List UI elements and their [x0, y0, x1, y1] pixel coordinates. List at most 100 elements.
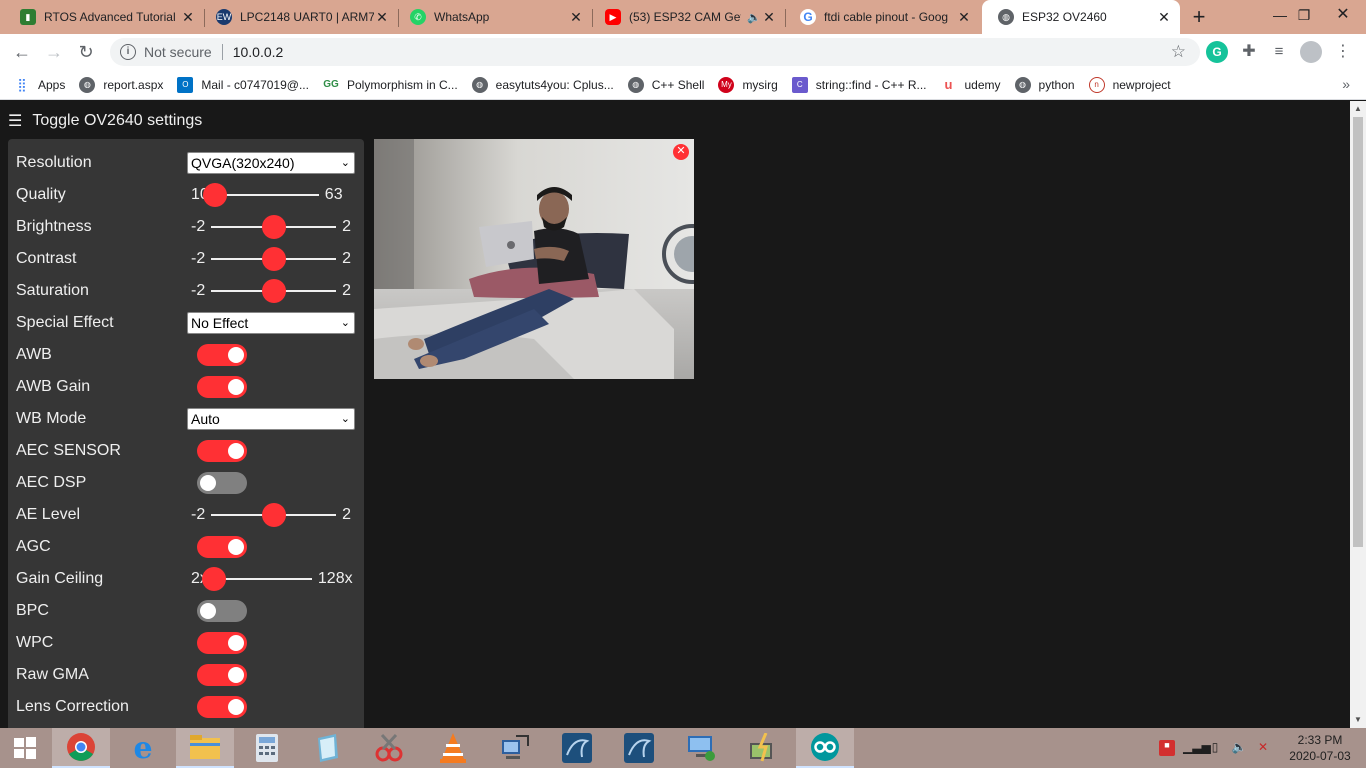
notepad-icon[interactable] [298, 728, 356, 768]
bookmark-mail[interactable]: O Mail - c0747019@... [177, 76, 309, 93]
windows-start-icon[interactable] [0, 728, 50, 768]
tab-google[interactable]: G ftdi cable pinout - Goog ✕ [784, 0, 980, 34]
scrollbar-thumb[interactable] [1353, 117, 1363, 547]
media-control-icon[interactable]: ≡ [1268, 41, 1290, 63]
menu-icon[interactable]: ⋮ [1332, 41, 1354, 63]
address-bar[interactable]: i Not secure 10.0.0.2 ☆ [110, 38, 1200, 66]
internet-explorer-icon[interactable]: e [114, 728, 172, 768]
resolution-select[interactable]: QVGA(320x240) ⌄ [187, 152, 355, 174]
volume-icon[interactable]: 🔈 [1231, 740, 1247, 756]
taskbar-clock[interactable]: 2:33 PM 2020-07-03 [1282, 732, 1358, 764]
bookmark-python[interactable]: ◍ python [1014, 76, 1075, 93]
chrome-icon[interactable] [52, 728, 110, 768]
slider-thumb[interactable] [261, 215, 286, 239]
close-tab-icon[interactable]: ✕ [956, 9, 972, 25]
bookmark-stringfind[interactable]: C string::find - C++ R... [791, 76, 927, 93]
bookmark-cppshell[interactable]: ◍ C++ Shell [627, 76, 704, 93]
close-tab-icon[interactable]: ✕ [180, 9, 196, 25]
lens-correction-toggle[interactable] [197, 696, 247, 718]
snipping-tool-icon[interactable] [360, 728, 418, 768]
speaker-icon[interactable]: 🔈 [747, 11, 761, 24]
flash-tool-icon[interactable] [734, 728, 792, 768]
scroll-up-icon[interactable]: ▲ [1350, 101, 1366, 117]
gain-ceiling-slider[interactable]: 2x 128x [191, 563, 356, 595]
bookmark-easytuts[interactable]: ◍ easytuts4you: Cplus... [471, 76, 614, 93]
network-tool-icon[interactable] [486, 728, 544, 768]
wb-mode-select[interactable]: Auto ⌄ [187, 408, 355, 430]
page-scrollbar[interactable]: ▲ ▼ [1350, 101, 1366, 728]
bookmark-label: easytuts4you: Cplus... [495, 77, 614, 92]
back-button[interactable]: ← [8, 38, 36, 66]
document-icon: ▮ [20, 9, 36, 25]
extensions-icon[interactable]: ✚ [1238, 41, 1260, 63]
grammarly-icon[interactable]: G [1206, 41, 1228, 63]
network-error-icon[interactable]: ✕ [1255, 740, 1271, 756]
contrast-slider[interactable]: -2 2 [191, 243, 351, 275]
close-tab-icon[interactable]: ✕ [761, 9, 777, 25]
bookmark-report[interactable]: ◍ report.aspx [79, 76, 164, 93]
reload-button[interactable]: ↻ [72, 38, 100, 66]
remote-desktop-icon[interactable] [672, 728, 730, 768]
arduino-icon[interactable] [796, 728, 854, 768]
tab-esp32[interactable]: ◍ ESP32 OV2460 ✕ [982, 0, 1180, 34]
bpc-toggle[interactable] [197, 600, 247, 622]
close-tab-icon[interactable]: ✕ [568, 9, 584, 25]
slider-thumb[interactable] [201, 567, 226, 591]
info-icon[interactable]: i [120, 44, 136, 60]
more-bookmarks-icon[interactable]: » [1342, 76, 1350, 92]
tab-lpc2148[interactable]: EW LPC2148 UART0 | ARM7- ✕ [200, 0, 399, 34]
aec-sensor-toggle[interactable] [197, 440, 247, 462]
bookmark-star-icon[interactable]: ☆ [1171, 42, 1186, 62]
wpc-toggle[interactable] [197, 632, 247, 654]
slider-thumb[interactable] [202, 183, 227, 207]
slider-min: -2 [191, 282, 206, 299]
bookmark-apps[interactable]: ⣿ Apps [14, 77, 65, 93]
tab-rtos[interactable]: ▮ RTOS Advanced Tutorial ✕ [4, 0, 205, 34]
battery-icon[interactable]: ▯ [1207, 740, 1223, 756]
raw-gma-toggle[interactable] [197, 664, 247, 686]
scroll-down-icon[interactable]: ▼ [1350, 712, 1366, 728]
new-tab-button[interactable]: + [1187, 6, 1211, 30]
profile-avatar-icon[interactable] [1300, 41, 1322, 63]
awb-gain-toggle[interactable] [197, 376, 247, 398]
close-tab-icon[interactable]: ✕ [374, 9, 390, 25]
file-explorer-icon[interactable] [176, 728, 234, 768]
tab-whatsapp[interactable]: ✆ WhatsApp ✕ [394, 0, 593, 34]
toggle-settings[interactable]: ☰ Toggle OV2640 settings [8, 111, 202, 131]
slider-thumb[interactable] [261, 247, 286, 271]
bookmark-mysirg[interactable]: My mysirg [718, 76, 778, 93]
mysql-workbench-icon[interactable] [610, 728, 668, 768]
setting-contrast: Contrast -2 2 [8, 243, 364, 275]
setting-special-effect: Special Effect No Effect ⌄ [8, 307, 364, 339]
aec-dsp-toggle[interactable] [197, 472, 247, 494]
calculator-icon[interactable] [238, 728, 296, 768]
setting-label: AWB Gain [16, 378, 91, 395]
slider-thumb[interactable] [261, 279, 286, 303]
awb-toggle[interactable] [197, 344, 247, 366]
close-tab-icon[interactable]: ✕ [1156, 9, 1172, 25]
close-stream-button[interactable]: ✕ [673, 144, 689, 160]
notification-badge-icon[interactable]: ■ [1159, 740, 1175, 756]
hamburger-icon[interactable]: ☰ [8, 111, 22, 131]
bookmark-label: report.aspx [103, 77, 164, 92]
mysql-workbench-icon[interactable] [548, 728, 606, 768]
slider-thumb[interactable] [261, 503, 286, 527]
bookmark-udemy[interactable]: u udemy [941, 77, 1001, 93]
close-window-button[interactable]: ✕ [1320, 0, 1366, 30]
toggle-settings-label[interactable]: Toggle OV2640 settings [32, 112, 202, 130]
security-status[interactable]: Not secure [144, 44, 212, 60]
saturation-slider[interactable]: -2 2 [191, 275, 351, 307]
signal-icon[interactable]: ▁▃▅ [1183, 740, 1211, 756]
brightness-slider[interactable]: -2 2 [191, 211, 351, 243]
ae-level-slider[interactable]: -2 2 [191, 499, 351, 531]
bookmark-polymorphism[interactable]: GG Polymorphism in C... [323, 77, 457, 93]
forward-button[interactable]: → [40, 38, 68, 66]
vlc-icon[interactable] [424, 728, 482, 768]
setting-label: Brightness [16, 218, 92, 235]
url-text[interactable]: 10.0.0.2 [233, 44, 284, 60]
agc-toggle[interactable] [197, 536, 247, 558]
quality-slider[interactable]: 10 63 [191, 179, 351, 211]
bookmark-newproject[interactable]: n newproject [1088, 76, 1171, 93]
special-effect-select[interactable]: No Effect ⌄ [187, 312, 355, 334]
tab-youtube[interactable]: ▶ (53) ESP32 CAM Get 🔈 ✕ [589, 0, 786, 34]
